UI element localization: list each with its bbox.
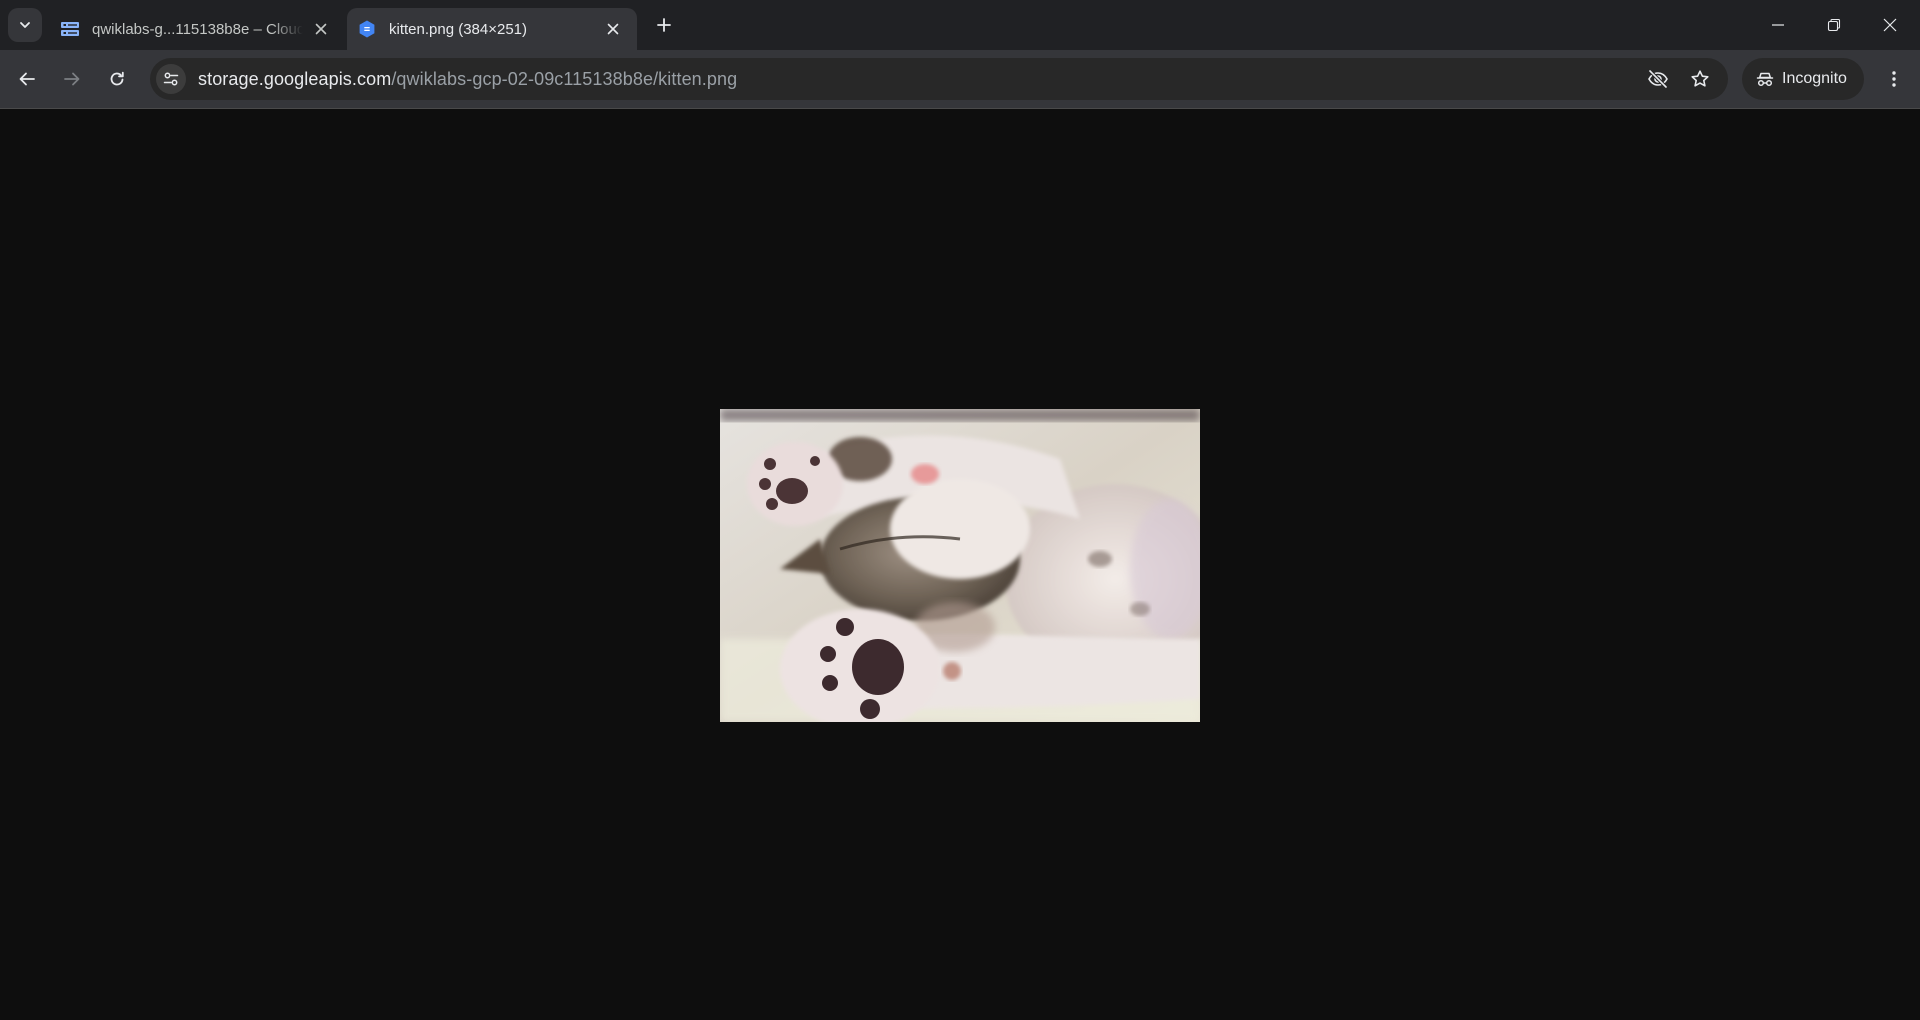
close-tab-icon[interactable] (309, 17, 333, 41)
new-tab-button[interactable] (650, 11, 678, 39)
minimize-button[interactable] (1750, 0, 1806, 50)
incognito-profile-chip[interactable]: Incognito (1742, 58, 1864, 100)
minimize-icon (1771, 18, 1785, 32)
cloud-storage-icon (60, 19, 80, 39)
browser-menu-button[interactable] (1876, 61, 1912, 97)
tab-strip: qwiklabs-g...115138b8e – Cloud Storage –… (0, 0, 1920, 50)
reload-icon (108, 70, 126, 88)
restore-button[interactable] (1806, 0, 1862, 50)
more-vertical-icon (1891, 70, 1897, 88)
browser-toolbar: storage.googleapis.com/qwiklabs-gcp-02-0… (0, 50, 1920, 108)
close-icon (1883, 18, 1897, 32)
back-button[interactable] (9, 61, 45, 97)
eye-off-icon (1647, 68, 1669, 90)
kitten-image[interactable] (720, 409, 1200, 722)
chevron-down-icon (18, 18, 32, 32)
tab-cloud-storage[interactable]: qwiklabs-g...115138b8e – Cloud Storage –… (50, 8, 345, 50)
tab-title: qwiklabs-g...115138b8e – Cloud Storage –… (92, 20, 303, 38)
url-text[interactable]: storage.googleapis.com/qwiklabs-gcp-02-0… (198, 69, 737, 90)
site-info-button[interactable] (156, 64, 186, 94)
tune-icon (163, 71, 179, 87)
bookmark-button[interactable] (1684, 63, 1716, 95)
restore-icon (1827, 18, 1841, 32)
close-window-button[interactable] (1862, 0, 1918, 50)
tab-title: kitten.png (384×251) (389, 20, 528, 38)
address-bar[interactable]: storage.googleapis.com/qwiklabs-gcp-02-0… (150, 58, 1728, 100)
forward-button[interactable] (54, 61, 90, 97)
kitten-photo (720, 409, 1200, 722)
url-path: /qwiklabs-gcp-02-09c115138b8e/kitten.png (391, 68, 738, 89)
tab-kitten-png[interactable]: kitten.png (384×251) (347, 8, 637, 50)
url-host: storage.googleapis.com (198, 68, 392, 89)
star-icon (1690, 69, 1710, 89)
image-file-icon (357, 19, 377, 39)
plus-icon (656, 17, 672, 33)
incognito-label: Incognito (1782, 70, 1847, 87)
tab-search-button[interactable] (8, 8, 42, 42)
reload-button[interactable] (99, 61, 135, 97)
close-tab-icon[interactable] (601, 17, 625, 41)
arrow-left-icon (18, 70, 36, 88)
arrow-right-icon (63, 70, 81, 88)
third-party-cookies-blocked-button[interactable] (1642, 63, 1674, 95)
incognito-icon (1756, 70, 1774, 88)
image-viewer (0, 109, 1920, 1020)
